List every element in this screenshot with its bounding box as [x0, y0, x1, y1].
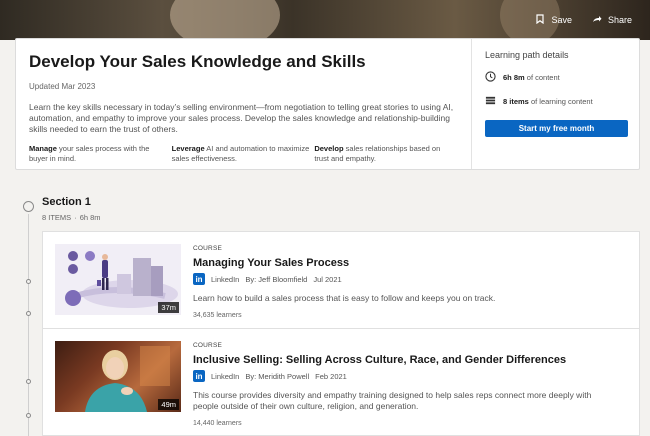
section-meta: 8 ITEMS · 6h 8m: [42, 213, 101, 222]
item-marker: [26, 413, 31, 418]
updated-date: Updated Mar 2023: [29, 82, 96, 91]
course-author: By: Jeff Bloomfield: [245, 274, 308, 284]
learner-count: 14,440 learners: [193, 420, 242, 427]
items-row: 8 items of learning content: [485, 95, 628, 108]
course-thumbnail[interactable]: 37m: [55, 244, 181, 315]
section-item-count: 8 ITEMS: [42, 213, 72, 222]
items-value: 8 items: [503, 97, 529, 106]
clock-icon: [485, 71, 496, 84]
save-button[interactable]: Save: [535, 14, 572, 26]
duration-text: 6h 8m of content: [503, 73, 560, 82]
feature-keyword: Develop: [314, 144, 344, 153]
timeline-line: [28, 214, 29, 436]
linkedin-icon: in: [193, 273, 205, 285]
course-author: By: Meridith Powell: [245, 371, 310, 381]
items-text: 8 items of learning content: [503, 97, 593, 106]
course-byline: in LinkedIn By: Jeff Bloomfield Jul 2021: [193, 273, 623, 285]
course-type: COURSE: [193, 245, 223, 252]
course-duration: 37m: [158, 302, 179, 313]
share-button[interactable]: Share: [592, 14, 632, 26]
bookmark-icon: [535, 14, 545, 26]
duration-row: 6h 8m of content: [485, 71, 628, 84]
section-duration: 6h 8m: [79, 213, 101, 222]
share-label: Share: [607, 15, 632, 25]
course-card[interactable]: 37m COURSE Managing Your Sales Process i…: [42, 231, 640, 329]
section-marker: [23, 201, 34, 212]
items-suffix: of learning content: [528, 97, 593, 106]
path-description: Learn the key skills necessary in today’…: [29, 102, 454, 134]
save-label: Save: [551, 15, 572, 25]
learning-path-header: Develop Your Sales Knowledge and Skills …: [15, 38, 640, 170]
course-body: COURSE Inclusive Selling: Selling Across…: [193, 342, 623, 427]
course-title[interactable]: Managing Your Sales Process: [193, 257, 623, 270]
course-title[interactable]: Inclusive Selling: Selling Across Cultur…: [193, 354, 623, 367]
feature-keyword: Manage: [29, 144, 57, 153]
item-marker: [26, 311, 31, 316]
share-icon: [592, 14, 602, 26]
duration-value: 6h 8m: [503, 73, 525, 82]
course-date: Jul 2021: [313, 274, 342, 284]
course-date: Feb 2021: [315, 371, 347, 381]
course-byline: in LinkedIn By: Meridith Powell Feb 2021: [193, 370, 623, 382]
feature-item: Develop sales relationships based on tru…: [314, 144, 455, 164]
learning-path-details: Learning path details 6h 8m of content 8…: [472, 39, 641, 169]
section-title: Section 1: [42, 196, 91, 208]
item-marker: [26, 379, 31, 384]
course-provider: LinkedIn: [211, 274, 240, 284]
hero-actions: Save Share: [535, 14, 632, 26]
feature-item: Leverage AI and automation to maximize s…: [172, 144, 313, 164]
list-icon: [485, 95, 496, 108]
duration-suffix: of content: [524, 73, 560, 82]
course-description: This course provides diversity and empat…: [193, 390, 592, 411]
course-description: Learn how to build a sales process that …: [193, 293, 496, 303]
course-card[interactable]: 49m COURSE Inclusive Selling: Selling Ac…: [42, 329, 640, 436]
page-title: Develop Your Sales Knowledge and Skills: [29, 52, 366, 71]
header-main: Develop Your Sales Knowledge and Skills …: [16, 39, 472, 169]
hero-photo-figure: [170, 0, 280, 40]
separator: ·: [74, 213, 77, 222]
linkedin-icon: in: [193, 370, 205, 382]
item-marker: [26, 279, 31, 284]
course-provider: LinkedIn: [211, 371, 240, 381]
feature-keyword: Leverage: [171, 144, 205, 153]
course-type: COURSE: [193, 342, 223, 349]
course-duration: 49m: [158, 399, 179, 410]
details-title: Learning path details: [485, 50, 569, 60]
feature-list: Manage your sales process with the buyer…: [29, 144, 457, 164]
learner-count: 34,635 learners: [193, 312, 242, 319]
start-free-month-button[interactable]: Start my free month: [485, 120, 628, 137]
course-thumbnail[interactable]: 49m: [55, 341, 181, 412]
course-body: COURSE Managing Your Sales Process in Li…: [193, 245, 623, 319]
feature-item: Manage your sales process with the buyer…: [29, 144, 170, 164]
